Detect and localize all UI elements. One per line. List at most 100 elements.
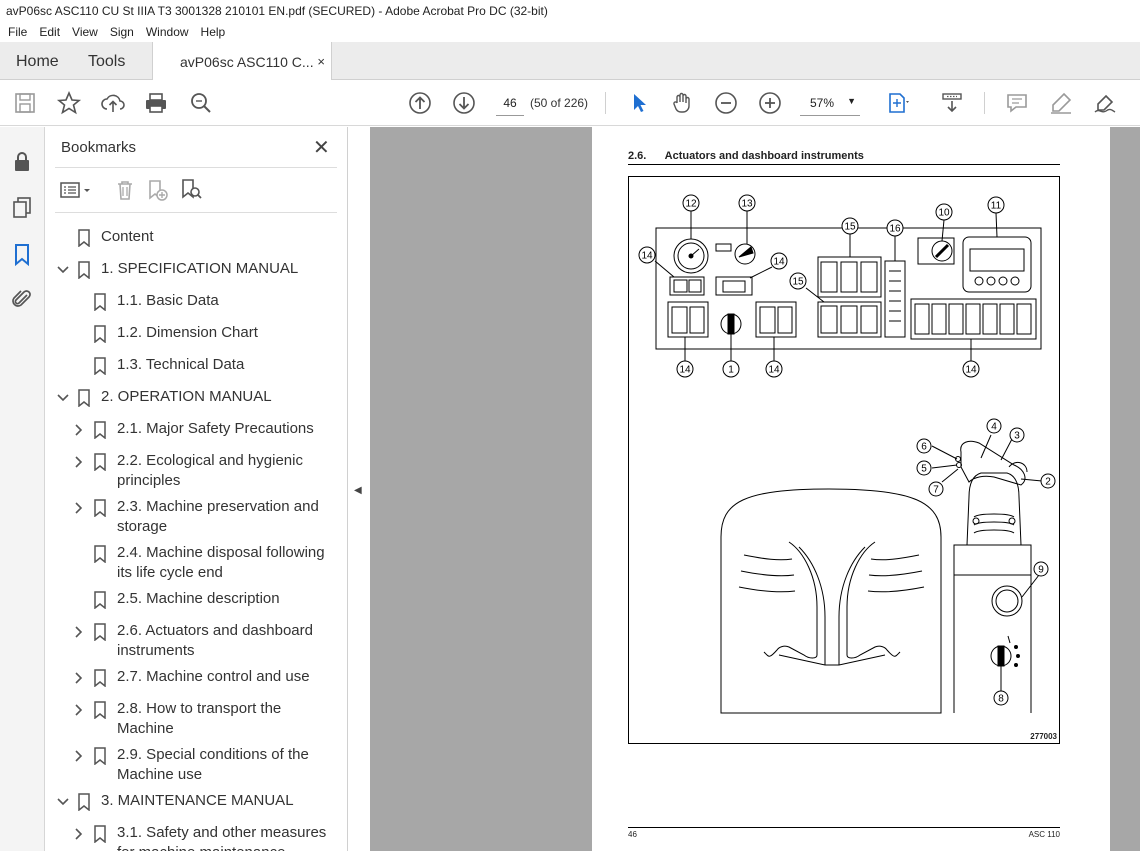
new-bookmark-icon[interactable] <box>145 178 169 202</box>
menu-window[interactable]: Window <box>146 22 189 42</box>
page-count: (50 of 226) <box>530 96 589 110</box>
callout-15: 15 <box>792 277 804 288</box>
chevron-right-icon[interactable] <box>72 423 86 437</box>
tab-home[interactable]: Home <box>16 42 59 80</box>
bookmark-label: 1.2. Dimension Chart <box>117 324 258 341</box>
page-number-input[interactable]: 46 <box>496 90 524 116</box>
window-title: avP06sc ASC110 CU St IIIA T3 3001328 210… <box>0 0 1140 22</box>
chevron-right-icon[interactable] <box>72 749 86 763</box>
options-menu-icon[interactable] <box>59 178 95 202</box>
tab-document[interactable]: avP06sc ASC110 C... × <box>152 42 332 81</box>
bookmark-flag-icon <box>93 623 107 647</box>
bookmark-item[interactable]: 3. MAINTENANCE MANUAL <box>45 791 330 823</box>
search-icon[interactable] <box>188 90 214 116</box>
chevron-down-icon[interactable] <box>56 391 70 405</box>
bookmark-item[interactable]: 2.6. Actuators and dashboard instruments <box>45 621 330 667</box>
print-icon[interactable] <box>143 90 169 116</box>
bookmark-item[interactable]: 2.2. Ecological and hygienic principles <box>45 451 330 497</box>
callout-8: 8 <box>998 694 1004 705</box>
panel-title: Bookmarks <box>61 139 137 156</box>
bookmark-item[interactable]: 2.5. Machine description <box>45 589 330 621</box>
page-down-icon[interactable] <box>451 90 477 116</box>
menu-view[interactable]: View <box>72 22 98 42</box>
comment-icon[interactable] <box>1004 90 1030 116</box>
toolbar-divider <box>605 92 606 114</box>
bookmark-label-continued: storage <box>117 518 168 535</box>
upload-icon[interactable] <box>100 90 126 116</box>
bookmark-item[interactable]: 2.3. Machine preservation and storage <box>45 497 330 543</box>
bookmark-label: 2.6. Actuators and dashboard <box>117 622 313 639</box>
bookmark-item[interactable]: 1.2. Dimension Chart <box>45 323 330 355</box>
chevron-right-icon[interactable] <box>72 625 86 639</box>
bookmark-label: 2.4. Machine disposal following <box>117 544 325 561</box>
chevron-right-icon[interactable] <box>72 827 86 841</box>
tab-tools[interactable]: Tools <box>88 42 125 80</box>
menu-sign[interactable]: Sign <box>110 22 134 42</box>
bookmark-item[interactable]: 2.8. How to transport the Machine <box>45 699 330 745</box>
section-title: Actuators and dashboard instruments <box>664 150 864 162</box>
bookmark-item[interactable]: 2.4. Machine disposal following its life … <box>45 543 330 589</box>
bookmark-item[interactable]: 1.1. Basic Data <box>45 291 330 323</box>
zoom-in-icon[interactable] <box>757 90 783 116</box>
tab-close-icon[interactable]: × <box>317 54 325 69</box>
sign-icon[interactable] <box>1092 90 1118 116</box>
chevron-right-icon[interactable] <box>72 455 86 469</box>
save-icon[interactable] <box>12 90 38 116</box>
document-viewer[interactable]: 2.6. Actuators and dashboard instruments <box>370 127 1140 851</box>
find-bookmark-icon[interactable] <box>179 178 203 202</box>
zoom-level-select[interactable]: 57% ▼ <box>800 90 860 116</box>
bookmark-flag-icon <box>93 421 107 445</box>
page-up-icon[interactable] <box>407 90 433 116</box>
dashboard-figure: 12 13 14 14 15 15 16 10 11 14 1 14 14 6 … <box>628 176 1060 744</box>
zoom-level-value: 57% <box>810 96 835 110</box>
callout-1: 1 <box>728 365 734 376</box>
pages-icon[interactable] <box>10 195 34 219</box>
fit-icon[interactable] <box>884 90 910 116</box>
menu-help[interactable]: Help <box>201 22 226 42</box>
highlight-icon[interactable] <box>1048 90 1074 116</box>
bookmark-label: 1.3. Technical Data <box>117 356 245 373</box>
bookmark-flag-icon <box>93 499 107 523</box>
bookmark-item[interactable]: 1. SPECIFICATION MANUAL <box>45 259 330 291</box>
attachment-icon[interactable] <box>10 287 34 311</box>
scroll-mode-icon[interactable] <box>939 90 965 116</box>
lock-icon[interactable] <box>10 149 34 173</box>
bookmark-item[interactable]: 1.3. Technical Data <box>45 355 330 387</box>
callout-11: 11 <box>991 201 1002 212</box>
pointer-icon[interactable] <box>626 90 652 116</box>
chevron-right-icon[interactable] <box>72 671 86 685</box>
delete-icon[interactable] <box>113 178 137 202</box>
bookmark-item[interactable]: 2.9. Special conditions of the Machine us… <box>45 745 330 791</box>
bookmarks-panel: Bookmarks ✕ Content 1. SPECIFICATION MANU… <box>45 127 391 851</box>
bookmark-item[interactable]: Content <box>45 227 330 259</box>
chevron-down-icon[interactable] <box>56 795 70 809</box>
callout-7: 7 <box>933 485 939 496</box>
chevron-right-icon[interactable] <box>72 703 86 717</box>
callout-14: 14 <box>768 365 780 376</box>
callout-14: 14 <box>641 251 653 262</box>
zoom-out-icon[interactable] <box>713 90 739 116</box>
bookmark-icon[interactable] <box>10 242 34 267</box>
panel-collapse-handle[interactable]: ◀ <box>348 127 370 851</box>
close-icon[interactable]: ✕ <box>313 135 330 160</box>
hand-icon[interactable] <box>669 90 695 116</box>
bookmark-item[interactable]: 2.1. Major Safety Precautions <box>45 419 330 451</box>
bookmark-item[interactable]: 2. OPERATION MANUAL <box>45 387 330 419</box>
chevron-right-icon[interactable] <box>72 501 86 515</box>
chevron-down-icon[interactable] <box>56 263 70 277</box>
star-icon[interactable] <box>56 90 82 116</box>
bookmark-flag-icon <box>77 261 91 285</box>
figure-code: 277003 <box>1030 732 1057 741</box>
bookmark-tree: Content 1. SPECIFICATION MANUAL 1.1. Basic… <box>45 221 330 851</box>
bookmark-flag-icon <box>93 701 107 725</box>
callout-14: 14 <box>679 365 691 376</box>
bookmark-item[interactable]: 3.1. Safety and other measures for machin… <box>45 823 330 851</box>
bookmark-item[interactable]: 2.7. Machine control and use <box>45 667 330 699</box>
navigation-rail <box>0 127 45 851</box>
menu-file[interactable]: File <box>8 22 27 42</box>
bookmark-label: 2.5. Machine description <box>117 590 280 607</box>
menu-edit[interactable]: Edit <box>39 22 60 42</box>
callout-16: 16 <box>889 224 901 235</box>
callout-4: 4 <box>991 422 997 433</box>
callout-9: 9 <box>1038 565 1044 576</box>
